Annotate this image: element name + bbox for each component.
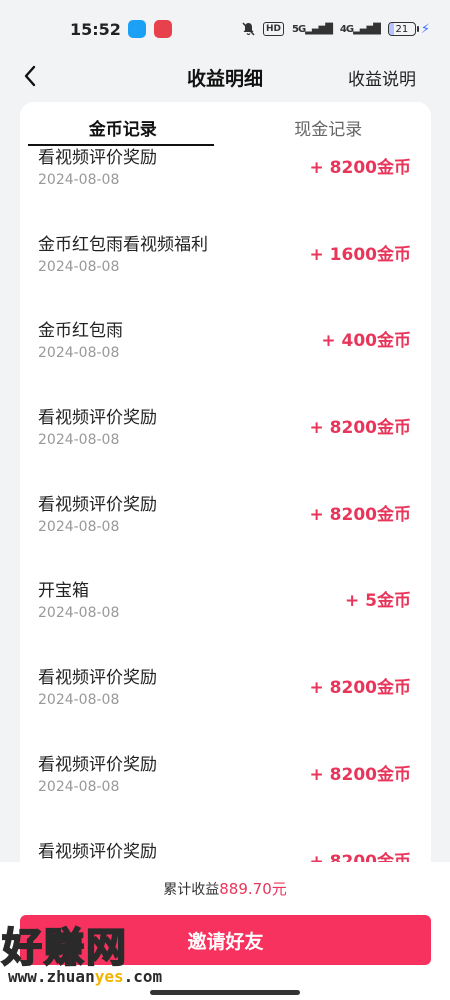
record-item: 金币红包雨 2024-08-08 + 400金币 (20, 307, 431, 394)
total-earnings-value: 889.70元 (219, 880, 287, 898)
record-title: 看视频评价奖励 (38, 408, 157, 429)
battery-cap (416, 26, 419, 32)
mute-bell-icon (242, 22, 255, 36)
record-list[interactable]: 看视频评价奖励 2024-08-08 + 8200金币 金币红包雨看视频福利 2024-… (20, 134, 431, 892)
record-item: 看视频评价奖励 2024-08-08 + 8200金币 (20, 481, 431, 568)
record-date: 2024-08-08 (38, 692, 120, 709)
app-notification-icon (154, 20, 172, 38)
record-title: 金币红包雨 (38, 321, 123, 342)
status-time: 15:52 (70, 19, 121, 39)
battery-fill (388, 23, 395, 35)
battery-icon: 21 ⚡ (387, 21, 430, 37)
signal-5g-icon: 5G ▂▄▆█ (291, 22, 333, 36)
record-date: 2024-08-08 (38, 605, 120, 622)
record-date: 2024-08-08 (38, 258, 120, 275)
record-amount: + 1600金币 (309, 244, 411, 265)
record-date: 2024-08-08 (38, 432, 120, 449)
record-title: 开宝箱 (38, 581, 89, 602)
signal-4g-label: 4G (339, 23, 354, 35)
total-earnings-label: 累计收益 (163, 882, 220, 898)
record-amount: + 400金币 (321, 331, 411, 352)
record-title: 看视频评价奖励 (38, 668, 157, 689)
active-tab-indicator (28, 144, 214, 146)
record-tabs: 金币记录 现金记录 (20, 102, 431, 148)
invite-friends-label: 邀请好友 (187, 930, 264, 953)
record-item: 金币红包雨看视频福利 2024-08-08 + 1600金币 (20, 221, 431, 308)
record-date: 2024-08-08 (38, 778, 120, 795)
record-date: 2024-08-08 (38, 172, 120, 188)
home-indicator (150, 990, 300, 995)
tab-coin-records[interactable]: 金币记录 (20, 102, 226, 148)
bottom-bar: 累计收益889.70元 邀请好友 (0, 862, 450, 1000)
charging-bolt-icon: ⚡ (420, 21, 430, 37)
record-amount: + 8200金币 (309, 678, 411, 699)
record-title: 金币红包雨看视频福利 (38, 234, 208, 255)
record-amount: + 5金币 (345, 591, 411, 612)
earnings-explanation-link[interactable]: 收益说明 (348, 65, 416, 90)
record-title: 看视频评价奖励 (38, 754, 157, 775)
signal-bars-icon: ▂▄▆█ (353, 23, 381, 35)
signal-bars-icon: ▂▄▆█ (305, 23, 333, 35)
page-header: 收益明细 收益说明 (0, 58, 450, 98)
record-amount: + 8200金币 (309, 418, 411, 439)
record-item: 看视频评价奖励 2024-08-08 + 8200金币 (20, 741, 431, 828)
record-amount: + 8200金币 (309, 764, 411, 785)
app-notification-icon (128, 20, 146, 38)
invite-friends-button[interactable]: 邀请好友 (20, 915, 431, 965)
record-item: 看视频评价奖励 2024-08-08 + 8200金币 (20, 394, 431, 481)
tab-cash-records[interactable]: 现金记录 (226, 102, 432, 148)
battery-level: 21 (395, 23, 409, 35)
record-item: 看视频评价奖励 2024-08-08 + 8200金币 (20, 654, 431, 741)
record-amount: + 8200金币 (309, 504, 411, 525)
notification-icons (128, 20, 172, 38)
signal-4g-icon: 4G ▂▄▆█ (339, 22, 381, 36)
record-amount: + 8200金币 (309, 158, 411, 178)
record-date: 2024-08-08 (38, 345, 120, 362)
record-item: 开宝箱 2024-08-08 + 5金币 (20, 567, 431, 654)
record-title: 看视频评价奖励 (38, 494, 157, 515)
hd-icon: HD (262, 22, 284, 36)
record-title: 看视频评价奖励 (38, 841, 157, 862)
status-bar: 15:52 HD 5G ▂▄▆█ 4G ▂▄▆█ 21 ⚡ (0, 0, 450, 58)
signal-5g-label: 5G (291, 23, 306, 35)
battery-body: 21 (387, 22, 416, 36)
status-indicators: HD 5G ▂▄▆█ 4G ▂▄▆█ 21 ⚡ (242, 22, 430, 37)
record-date: 2024-08-08 (38, 518, 120, 535)
total-earnings: 累计收益889.70元 (0, 878, 450, 899)
records-card: 看视频评价奖励 2024-08-08 + 8200金币 金币红包雨看视频福利 2024-… (20, 102, 431, 892)
